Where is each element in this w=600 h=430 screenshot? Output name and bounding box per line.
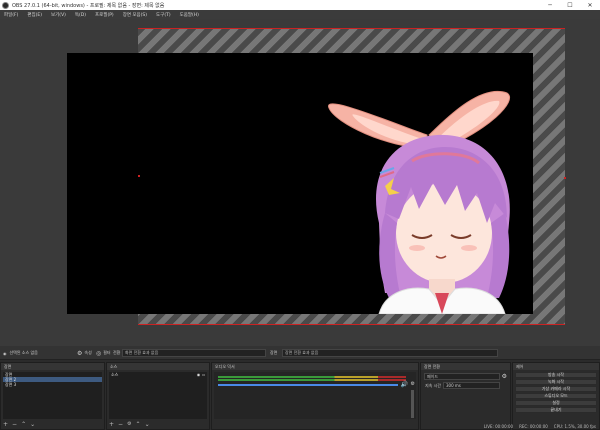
transitions-header: 장면 전환 bbox=[421, 363, 510, 370]
transition-select[interactable]: 화면 전환 효과 없음 bbox=[122, 349, 266, 357]
move-down-icon[interactable]: ⌄ bbox=[30, 421, 35, 428]
audio-mixer-body: 🔊 ⚙ bbox=[214, 372, 416, 419]
transition-type-select[interactable]: 페이드 bbox=[424, 373, 500, 380]
duration-input[interactable]: 300 ms bbox=[443, 382, 500, 389]
level-meter bbox=[218, 379, 406, 381]
eye-icon: ◉ bbox=[3, 350, 7, 356]
transition-label: 전환 bbox=[113, 350, 121, 355]
sources-header: 소스 bbox=[107, 363, 209, 370]
duration-label: 지속 시간 bbox=[425, 383, 441, 388]
window-title: OBS 27.0.1 (64-bit, windows) - 프로필: 제목 없… bbox=[12, 2, 165, 9]
sources-list[interactable]: 소스 ◉ ▫ bbox=[109, 372, 207, 419]
properties-button[interactable]: ⚙ 속성 bbox=[77, 349, 92, 357]
move-up-icon[interactable]: ⌃ bbox=[21, 421, 26, 428]
gear-icon: ⚙ bbox=[77, 349, 83, 357]
visibility-eye-icon[interactable]: ◉ bbox=[197, 372, 201, 377]
mixer-scrollbar[interactable] bbox=[411, 390, 414, 418]
settings-button[interactable]: 설정 bbox=[515, 400, 597, 406]
live-status: LIVE: 00:00:00 bbox=[483, 423, 514, 429]
menu-profile[interactable]: 프로필(P) bbox=[95, 12, 114, 18]
scenes-header: 장면 bbox=[1, 363, 104, 370]
character-avatar-image bbox=[328, 90, 510, 314]
filter-icon: ◎ bbox=[96, 349, 102, 357]
remove-icon[interactable]: − bbox=[118, 421, 123, 428]
remove-icon[interactable]: − bbox=[12, 421, 17, 428]
scene-item[interactable]: 장면 3 bbox=[3, 382, 102, 387]
scenes-panel: 장면 장면 장면 2 장면 3 + − ⌃ ⌄ bbox=[0, 362, 105, 430]
menu-scene-collection[interactable]: 장면 모음(S) bbox=[123, 12, 147, 18]
rec-status: REC: 00:00:00 bbox=[519, 423, 548, 429]
move-down-icon[interactable]: ⌄ bbox=[145, 421, 150, 428]
no-source-label: ◉ 선택된 소스 없음 bbox=[3, 350, 38, 356]
menu-help[interactable]: 도움말(H) bbox=[180, 12, 199, 18]
studio-mode-button[interactable]: 스튜디오 모드 bbox=[515, 393, 597, 399]
menu-bar: 파일(F) 편집(E) 보기(V) 독(D) 프로필(P) 장면 모음(S) 도… bbox=[0, 10, 600, 19]
menu-tools[interactable]: 도구(T) bbox=[156, 12, 171, 18]
transitions-panel: 장면 전환 페이드 ⚙ 지속 시간 300 ms bbox=[420, 362, 511, 430]
lock-icon[interactable]: ▫ bbox=[202, 372, 205, 377]
speaker-icon[interactable]: 🔊 bbox=[401, 381, 408, 388]
preview-area[interactable] bbox=[0, 19, 600, 346]
controls-header: 제어 bbox=[513, 363, 599, 370]
scene-transition-label: 장면 bbox=[270, 350, 278, 355]
start-streaming-button[interactable]: 방송 시작 bbox=[515, 372, 597, 378]
minimize-icon[interactable]: ─ bbox=[540, 0, 560, 10]
bounds-bottom-line bbox=[138, 324, 565, 325]
close-icon[interactable]: ✕ bbox=[580, 0, 600, 10]
window-titlebar: OBS 27.0.1 (64-bit, windows) - 프로필: 제목 없… bbox=[0, 0, 600, 10]
add-icon[interactable]: + bbox=[3, 421, 8, 428]
source-item[interactable]: 소스 ◉ ▫ bbox=[109, 372, 207, 378]
menu-edit[interactable]: 편집(E) bbox=[27, 12, 42, 18]
gear-icon[interactable]: ⚙ bbox=[411, 381, 415, 387]
cpu-status: CPU: 1.5%, 30.00 fps bbox=[553, 423, 596, 429]
scenes-list[interactable]: 장면 장면 2 장면 3 bbox=[3, 372, 102, 419]
obs-logo-icon bbox=[2, 1, 9, 9]
add-icon[interactable]: + bbox=[109, 421, 114, 428]
gear-icon[interactable]: ⚙ bbox=[502, 373, 507, 380]
gear-icon[interactable]: ⚙ bbox=[127, 421, 131, 427]
move-up-icon[interactable]: ⌃ bbox=[136, 421, 141, 428]
scenes-toolbar: + − ⌃ ⌄ bbox=[3, 420, 102, 428]
bounds-top-line bbox=[138, 28, 565, 29]
level-meter bbox=[218, 376, 406, 378]
menu-file[interactable]: 파일(F) bbox=[4, 12, 18, 18]
maximize-icon[interactable]: ☐ bbox=[560, 0, 580, 10]
bottom-docks: ◉ 선택된 소스 없음 ⚙ 속성 ◎ 필터 전환 화면 전환 효과 없음 장면 … bbox=[0, 346, 600, 430]
exit-button[interactable]: 끝내기 bbox=[515, 407, 597, 413]
volume-slider[interactable] bbox=[218, 384, 398, 386]
menu-view[interactable]: 보기(V) bbox=[51, 12, 66, 18]
controls-panel: 제어 방송 시작 녹화 시작 가상 카메라 시작 스튜디오 모드 설정 끝내기 bbox=[512, 362, 600, 430]
sources-panel: 소스 소스 ◉ ▫ + − ⚙ ⌃ ⌄ bbox=[106, 362, 210, 430]
scene-transition-select[interactable]: 장면 전환 효과 없음 bbox=[282, 349, 498, 357]
sources-toolbar: + − ⚙ ⌃ ⌄ bbox=[109, 420, 207, 428]
filters-button[interactable]: ◎ 필터 bbox=[96, 349, 111, 357]
source-context-bar: ◉ 선택된 소스 없음 ⚙ 속성 ◎ 필터 전환 화면 전환 효과 없음 장면 … bbox=[0, 346, 600, 360]
bounds-handle[interactable] bbox=[564, 177, 566, 179]
audio-mixer-panel: 오디오 믹서 🔊 ⚙ bbox=[211, 362, 419, 430]
audio-mixer-header: 오디오 믹서 bbox=[212, 363, 418, 370]
status-bar: LIVE: 00:00:00 REC: 00:00:00 CPU: 1.5%, … bbox=[484, 422, 600, 430]
start-recording-button[interactable]: 녹화 시작 bbox=[515, 379, 597, 385]
start-virtual-camera-button[interactable]: 가상 카메라 시작 bbox=[515, 386, 597, 392]
menu-docks[interactable]: 독(D) bbox=[75, 12, 86, 18]
output-canvas[interactable] bbox=[67, 53, 533, 314]
